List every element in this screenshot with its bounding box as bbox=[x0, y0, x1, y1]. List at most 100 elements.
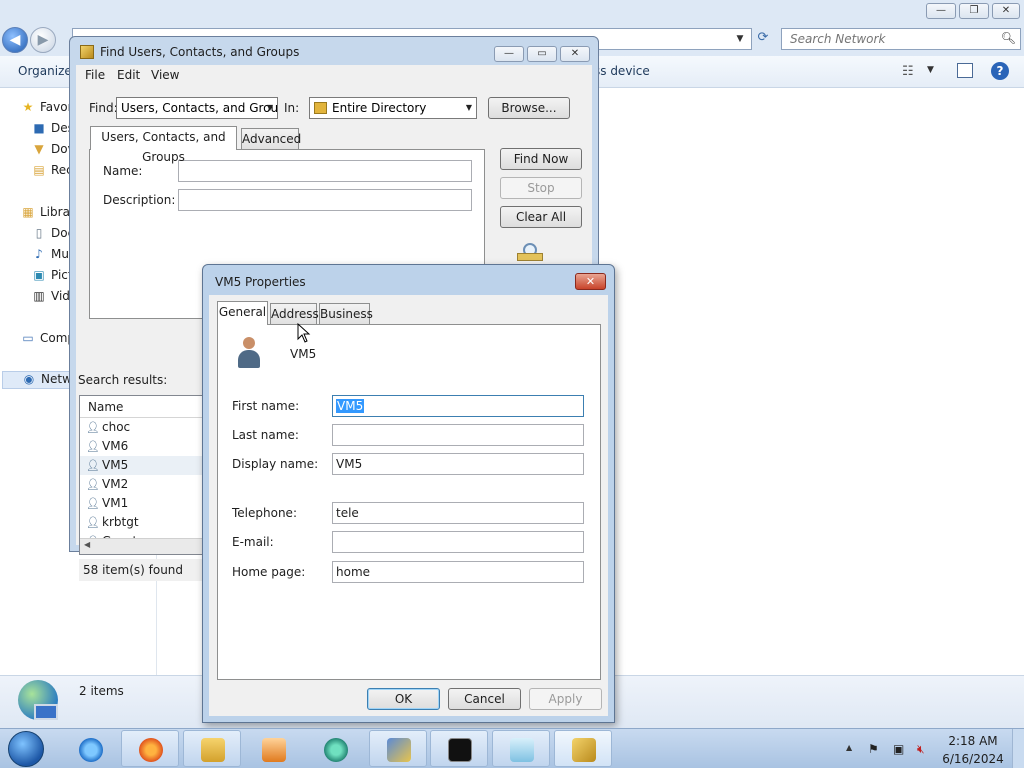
find-maximize-button[interactable]: ▭ bbox=[527, 46, 557, 62]
views-dropdown-icon[interactable]: ▼ bbox=[927, 65, 934, 75]
find-close-button[interactable]: ✕ bbox=[560, 46, 590, 62]
clear-all-button[interactable]: Clear All bbox=[500, 206, 582, 228]
ok-button[interactable]: OK bbox=[367, 688, 440, 710]
browse-button[interactable]: Browse... bbox=[488, 97, 570, 119]
find-type-select[interactable]: Users, Contacts, and Groups ▼ bbox=[116, 97, 278, 119]
results-column-header[interactable]: Name bbox=[80, 396, 208, 418]
nav-item-computer[interactable]: ▭ Comp bbox=[20, 331, 75, 349]
show-desktop-button[interactable] bbox=[1012, 729, 1024, 768]
taskbar-explorer[interactable] bbox=[183, 730, 241, 767]
star-icon: ★ bbox=[22, 100, 34, 114]
minimize-button[interactable]: — bbox=[926, 3, 956, 19]
nav-item-recent[interactable]: ▤ Rec bbox=[31, 163, 72, 181]
network-icon: ◉ bbox=[23, 372, 35, 386]
organize-button[interactable]: Organize bbox=[18, 64, 72, 78]
tray-expand-icon[interactable]: ▲ bbox=[846, 743, 852, 752]
user-avatar-icon bbox=[236, 337, 262, 369]
tab-business[interactable]: Business bbox=[319, 303, 373, 325]
clock-time[interactable]: 2:18 AM bbox=[948, 734, 998, 748]
description-input[interactable] bbox=[178, 189, 472, 211]
nav-item-libraries[interactable]: ▦ Libra bbox=[20, 205, 70, 223]
find-status-bar: 58 item(s) found bbox=[79, 559, 209, 581]
horizontal-scrollbar[interactable]: ◀ bbox=[80, 538, 208, 554]
directory-icon bbox=[314, 102, 327, 114]
taskbar-notepad[interactable] bbox=[492, 730, 550, 767]
help-icon[interactable]: ? bbox=[991, 62, 1009, 80]
nav-item-pictures[interactable]: ▣ Pict bbox=[31, 268, 72, 286]
list-item[interactable]: 👤︎ VM5 bbox=[80, 456, 208, 475]
list-item[interactable]: 👤︎ krbtgt bbox=[80, 513, 208, 532]
display-name-input[interactable]: VM5 bbox=[332, 453, 584, 475]
menu-view[interactable]: View bbox=[151, 68, 179, 82]
nav-item-videos[interactable]: ▥ Vid bbox=[31, 289, 70, 307]
chevron-down-icon: ▼ bbox=[266, 103, 273, 112]
menu-edit[interactable]: Edit bbox=[117, 68, 140, 82]
tab-address[interactable]: Address bbox=[270, 303, 319, 325]
toolbar-partial-label[interactable]: ss device bbox=[594, 64, 650, 78]
telephone-input[interactable]: tele bbox=[332, 502, 584, 524]
address-dropdown-icon[interactable]: ▼ bbox=[730, 28, 750, 50]
computer-icon: ▭ bbox=[22, 331, 34, 345]
notepad-icon bbox=[510, 738, 534, 762]
first-name-input[interactable]: VM5 bbox=[332, 395, 584, 417]
properties-close-button[interactable]: ✕ bbox=[575, 273, 606, 290]
taskbar-cmd[interactable] bbox=[430, 730, 488, 767]
list-item[interactable]: 👤︎ VM1 bbox=[80, 494, 208, 513]
list-item[interactable]: 👤︎ VM6 bbox=[80, 437, 208, 456]
downloads-icon: ▼ bbox=[34, 142, 44, 156]
clock-date[interactable]: 6/16/2024 bbox=[940, 752, 1006, 766]
nav-item-desktop[interactable]: ■ Des bbox=[31, 121, 74, 139]
action-center-flag-icon[interactable]: ⚑ bbox=[868, 742, 879, 756]
taskbar-app[interactable] bbox=[306, 730, 364, 767]
homepage-input[interactable]: home bbox=[332, 561, 584, 583]
user-icon: 👤︎ bbox=[86, 497, 100, 510]
email-input[interactable] bbox=[332, 531, 584, 553]
scroll-left-icon[interactable]: ◀ bbox=[84, 540, 90, 549]
find-minimize-button[interactable]: — bbox=[494, 46, 524, 62]
start-button[interactable] bbox=[4, 729, 48, 768]
back-button[interactable]: ◀ bbox=[2, 27, 28, 53]
find-users-icon bbox=[572, 738, 596, 762]
name-label: Name: bbox=[103, 164, 143, 178]
description-label: Description: bbox=[103, 193, 176, 207]
telephone-label: Telephone: bbox=[232, 506, 297, 520]
tab-advanced[interactable]: Advanced bbox=[241, 128, 301, 150]
nav-item-documents[interactable]: ▯ Doc bbox=[31, 226, 75, 244]
forward-button[interactable]: ▶ bbox=[30, 27, 56, 53]
menu-file[interactable]: File bbox=[85, 68, 105, 82]
taskbar-ad-tool[interactable] bbox=[369, 730, 427, 767]
preview-pane-icon[interactable] bbox=[957, 63, 973, 78]
volume-muted-icon[interactable]: 🔇︎ bbox=[917, 742, 925, 757]
tab-users-contacts-groups[interactable]: Users, Contacts, and Groups bbox=[90, 126, 237, 164]
refresh-icon[interactable]: ⟳ bbox=[754, 30, 772, 48]
list-item[interactable]: 👤︎ VM2 bbox=[80, 475, 208, 494]
restore-button[interactable]: ❐ bbox=[959, 3, 989, 19]
find-titlebar[interactable]: Find Users, Contacts, and Groups — ▭ ✕ bbox=[70, 37, 598, 65]
name-input[interactable] bbox=[178, 160, 472, 182]
properties-title: VM5 Properties bbox=[215, 275, 306, 289]
list-item[interactable]: 👤︎ choc bbox=[80, 418, 208, 437]
stop-button[interactable]: Stop bbox=[500, 177, 582, 199]
find-now-button[interactable]: Find Now bbox=[500, 148, 582, 170]
desktop-icon: ■ bbox=[33, 121, 45, 135]
taskbar-firefox[interactable] bbox=[121, 730, 179, 767]
views-icon[interactable]: ☷ bbox=[902, 64, 914, 79]
divider bbox=[232, 489, 588, 490]
network-tray-icon[interactable]: ▣ bbox=[893, 742, 904, 756]
last-name-input[interactable] bbox=[332, 424, 584, 446]
search-input[interactable] bbox=[782, 29, 992, 49]
in-location-select[interactable]: Entire Directory ▼ bbox=[309, 97, 477, 119]
close-button[interactable]: ✕ bbox=[992, 3, 1020, 19]
taskbar-ie[interactable] bbox=[61, 730, 119, 767]
search-box[interactable]: 🔍︎ bbox=[781, 28, 1021, 50]
in-label-text: In: bbox=[284, 101, 300, 115]
apply-button[interactable]: Apply bbox=[529, 688, 602, 710]
nav-item-favorites[interactable]: ★ Favor bbox=[20, 100, 73, 118]
nav-item-music[interactable]: ♪ Mu bbox=[31, 247, 69, 265]
taskbar-media-player[interactable] bbox=[244, 730, 302, 767]
tab-general[interactable]: General bbox=[217, 301, 268, 325]
taskbar-find[interactable] bbox=[554, 730, 612, 767]
search-results-list[interactable]: Name 👤︎ choc 👤︎ VM6 👤︎ VM5 👤︎ VM2 👤︎ VM1 👤︎ kr… bbox=[79, 395, 209, 555]
search-icon[interactable]: 🔍︎ bbox=[1001, 31, 1016, 45]
cancel-button[interactable]: Cancel bbox=[448, 688, 521, 710]
